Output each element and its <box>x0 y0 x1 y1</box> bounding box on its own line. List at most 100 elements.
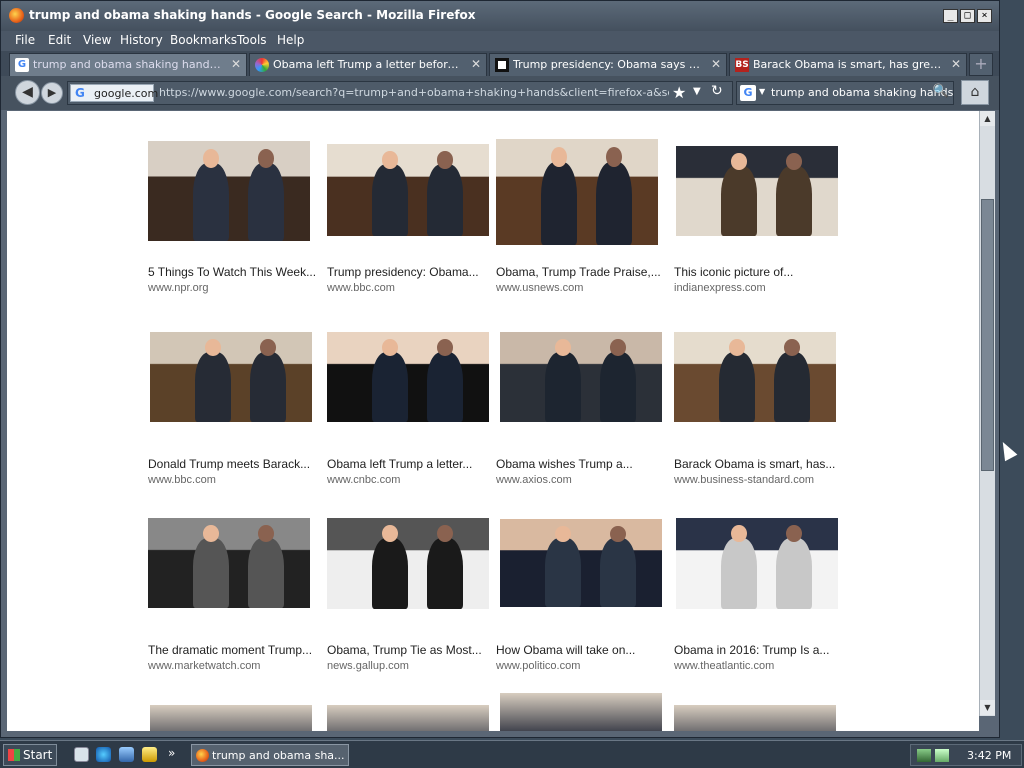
figure-silhouette <box>427 339 464 422</box>
new-tab-button[interactable]: + <box>969 53 993 76</box>
result-site[interactable]: www.politico.com <box>496 660 580 672</box>
engine-dropdown-icon[interactable]: ▼ <box>759 87 765 96</box>
result-site[interactable]: www.bbc.com <box>148 474 216 486</box>
menu-edit[interactable]: Edit <box>48 33 71 47</box>
show-desktop-icon[interactable] <box>74 747 89 762</box>
figure-silhouette <box>248 525 285 608</box>
tab-label: Obama left Trump a letter before leavi..… <box>273 58 464 71</box>
result-thumbnail[interactable] <box>327 705 489 731</box>
result-thumbnail[interactable] <box>674 332 836 422</box>
menu-help[interactable]: Help <box>277 33 304 47</box>
result-site[interactable]: www.business-standard.com <box>674 474 814 486</box>
result-title[interactable]: Obama wishes Trump a... <box>496 457 633 471</box>
figure-head <box>258 525 275 543</box>
result-thumbnail[interactable] <box>327 518 489 609</box>
site-domain: google.com <box>94 87 159 100</box>
back-button[interactable]: ◀ <box>15 80 40 105</box>
result-thumbnail[interactable] <box>500 332 662 422</box>
menu-bookmarks[interactable]: Bookmarks <box>170 33 237 47</box>
history-dropdown-icon[interactable]: ▼ <box>693 86 701 97</box>
maximize-button[interactable]: □ <box>960 9 975 23</box>
bookmark-star-icon[interactable]: ★ <box>672 83 686 102</box>
result-site[interactable]: www.axios.com <box>496 474 572 486</box>
ie-icon[interactable] <box>96 747 111 762</box>
result-title[interactable]: Obama in 2016: Trump Is a... <box>674 643 829 657</box>
address-bar[interactable]: G google.com https://www.google.com/sear… <box>67 81 733 105</box>
figure-head <box>555 339 571 357</box>
result-title[interactable]: Barack Obama is smart, has... <box>674 457 835 471</box>
result-site[interactable]: www.theatlantic.com <box>674 660 774 672</box>
tray-network-icon[interactable] <box>917 749 931 762</box>
url-text[interactable]: https://www.google.com/search?q=trump+an… <box>159 86 669 99</box>
result-title[interactable]: Obama, Trump Tie as Most... <box>327 643 482 657</box>
menu-history[interactable]: History <box>120 33 163 47</box>
minimize-button[interactable]: _ <box>943 9 958 23</box>
result-title[interactable]: How Obama will take on... <box>496 643 635 657</box>
tab-close-icon[interactable]: ✕ <box>231 57 241 71</box>
result-thumbnail[interactable] <box>676 146 838 236</box>
result-thumbnail[interactable] <box>327 332 489 422</box>
close-button[interactable]: × <box>977 9 992 23</box>
tab-close-icon[interactable]: ✕ <box>951 57 961 71</box>
clock[interactable]: 3:42 PM <box>967 749 1011 762</box>
network-icon[interactable] <box>119 747 134 762</box>
result-site[interactable]: www.marketwatch.com <box>148 660 260 672</box>
menu-tools[interactable]: Tools <box>237 33 267 47</box>
tab-close-icon[interactable]: ✕ <box>711 57 721 71</box>
search-magnifier-icon[interactable]: 🔍 <box>933 84 949 99</box>
result-thumbnail[interactable] <box>674 705 836 731</box>
title-bar[interactable]: trump and obama shaking hands - Google S… <box>1 1 999 31</box>
scroll-up-arrow-icon[interactable]: ▲ <box>980 111 995 126</box>
folder-icon[interactable] <box>142 747 157 762</box>
result-thumbnail[interactable] <box>150 705 312 731</box>
start-button[interactable]: Start <box>3 744 57 766</box>
result-site[interactable]: news.gallup.com <box>327 660 409 672</box>
site-identity[interactable]: G google.com <box>70 84 158 102</box>
result-title[interactable]: Obama, Trump Trade Praise,... <box>496 265 661 279</box>
result-thumbnail[interactable] <box>676 518 838 609</box>
result-thumbnail[interactable] <box>327 144 489 236</box>
result-title[interactable]: The dramatic moment Trump... <box>148 643 312 657</box>
vertical-scrollbar[interactable]: ▲ ▼ <box>979 111 995 716</box>
menu-view[interactable]: View <box>83 33 111 47</box>
figure-head <box>551 147 567 168</box>
result-site[interactable]: www.cnbc.com <box>327 474 400 486</box>
result-thumbnail[interactable] <box>500 693 662 731</box>
result-title[interactable]: Donald Trump meets Barack... <box>148 457 310 471</box>
search-input[interactable]: trump and obama shaking hands <box>771 86 953 99</box>
figure-head <box>786 525 803 543</box>
result-title[interactable]: Trump presidency: Obama... <box>327 265 479 279</box>
tab-close-icon[interactable]: ✕ <box>471 57 481 71</box>
tab-label: Barack Obama is smart, has great sens... <box>753 58 944 71</box>
tab-business-standard[interactable]: BS Barack Obama is smart, has great sens… <box>729 53 967 76</box>
result-title[interactable]: 5 Things To Watch This Week... <box>148 265 316 279</box>
result-site[interactable]: www.bbc.com <box>327 282 395 294</box>
result-thumbnail[interactable] <box>496 139 658 245</box>
reload-icon[interactable]: ↻ <box>711 83 723 99</box>
tab-bbc[interactable]: Trump presidency: Obama says he ma... ✕ <box>489 53 727 76</box>
tab-google-search[interactable]: G trump and obama shaking hands - Goo...… <box>9 53 247 76</box>
home-button[interactable]: ⌂ <box>961 80 989 105</box>
google-search-engine-icon[interactable]: G <box>740 85 756 101</box>
quicklaunch-more-icon[interactable]: » <box>168 746 175 760</box>
figure-head <box>731 153 747 171</box>
result-thumbnail[interactable] <box>148 518 310 608</box>
taskbar-firefox-item[interactable]: trump and obama sha... <box>191 744 349 766</box>
scroll-down-arrow-icon[interactable]: ▼ <box>980 700 995 715</box>
result-site[interactable]: www.usnews.com <box>496 282 583 294</box>
result-thumbnail[interactable] <box>150 332 312 422</box>
result-site[interactable]: indianexpress.com <box>674 282 766 294</box>
search-bar[interactable]: G ▼ trump and obama shaking hands 🔍 <box>736 81 954 105</box>
figure-silhouette <box>776 153 813 236</box>
result-site[interactable]: www.npr.org <box>148 282 209 294</box>
result-title[interactable]: Obama left Trump a letter... <box>327 457 472 471</box>
menu-file[interactable]: File <box>15 33 35 47</box>
result-thumbnail[interactable] <box>148 141 310 241</box>
result-thumbnail[interactable] <box>500 519 662 607</box>
scrollbar-thumb[interactable] <box>981 199 994 471</box>
forward-button[interactable]: ▶ <box>41 82 63 104</box>
tray-security-icon[interactable] <box>935 749 949 762</box>
tab-cnbc[interactable]: Obama left Trump a letter before leavi..… <box>249 53 487 76</box>
result-title[interactable]: This iconic picture of... <box>674 265 793 279</box>
figure-silhouette <box>372 151 408 236</box>
